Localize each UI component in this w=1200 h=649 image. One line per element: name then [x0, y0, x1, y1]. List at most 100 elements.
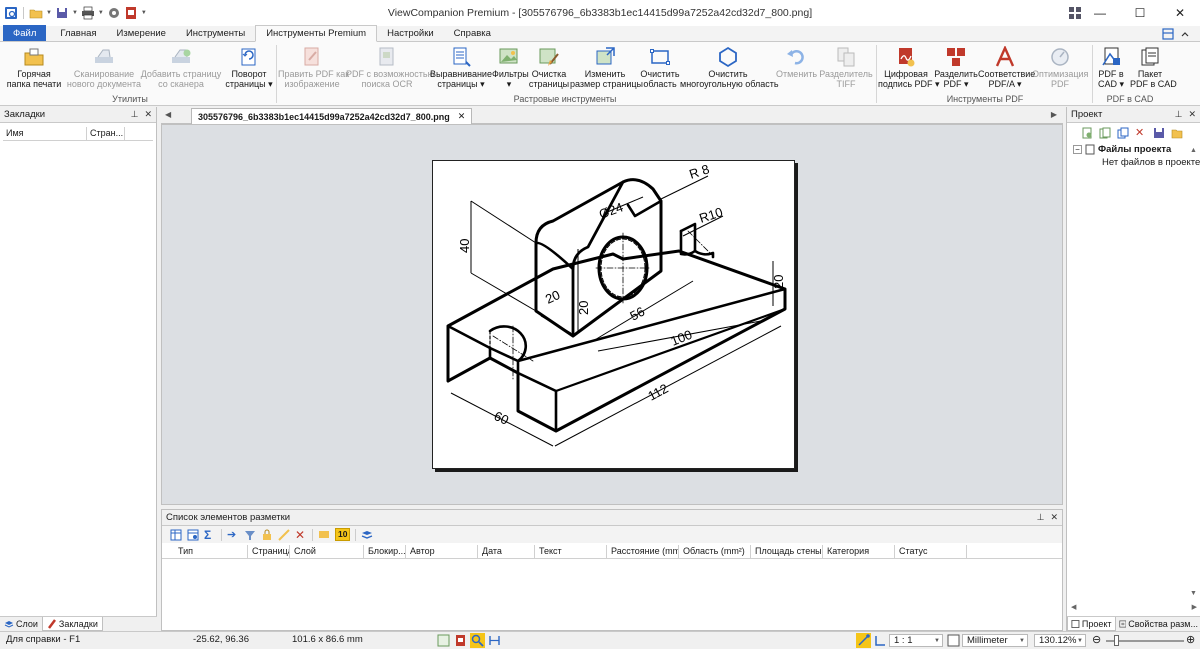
close-icon[interactable]: ✕ — [1050, 512, 1058, 523]
collapse-icon[interactable]: − — [1073, 145, 1082, 154]
close-tab-icon[interactable]: ✕ — [458, 111, 466, 122]
tree-root-item[interactable]: − Файлы проекта — [1073, 143, 1200, 156]
column-header-wall-area[interactable]: Площадь стены... — [751, 545, 823, 558]
zoom-slider-thumb[interactable] — [1114, 635, 1119, 646]
tab-file[interactable]: Файл — [3, 25, 47, 41]
add-file-icon[interactable] — [1081, 127, 1093, 139]
deskew-page-button[interactable]: Выравнивание страницы ▾ — [430, 46, 492, 89]
pdf-to-cad-button[interactable]: PDF в CAD ▾ — [1094, 46, 1128, 89]
vertical-scrollbar[interactable]: ▲ ▼ — [1190, 147, 1198, 597]
print-icon[interactable] — [81, 6, 95, 20]
column-header-type[interactable]: Тип — [162, 545, 248, 558]
document-canvas[interactable]: R 8 Ø24 R10 40 20 20 56 100 20 112 60 — [161, 124, 1063, 505]
minimize-button[interactable]: — — [1080, 0, 1120, 26]
zoom-select[interactable]: 130.12% ▼ — [1034, 634, 1086, 647]
scroll-right-icon[interactable]: ▶ — [1192, 603, 1197, 611]
scan-new-document-button[interactable]: Сканирование нового документа — [64, 46, 144, 89]
clear-polygon-area-button[interactable]: Очистить многоугольную область — [680, 46, 779, 89]
add-files-icon[interactable] — [1099, 127, 1111, 139]
delete-icon[interactable]: ✕ — [295, 529, 307, 541]
close-button[interactable]: ✕ — [1160, 0, 1200, 26]
scale-select[interactable]: 1 : 1 ▼ — [889, 634, 943, 647]
zoom-out-button[interactable]: ⊖ — [1092, 633, 1101, 646]
tab-markup-properties[interactable]: Свойства разм... — [1116, 617, 1200, 631]
column-header-author[interactable]: Автор — [406, 545, 478, 558]
column-header-locked[interactable]: Блокир... — [364, 545, 406, 558]
save-project-icon[interactable] — [1153, 127, 1165, 139]
zoom-active-icon[interactable] — [470, 633, 485, 648]
horizontal-scrollbar[interactable]: ◀ ▶ — [1071, 603, 1197, 611]
copy-icon[interactable] — [1117, 127, 1129, 139]
drawing-page[interactable]: R 8 Ø24 R10 40 20 20 56 100 20 112 60 — [432, 160, 795, 469]
close-icon[interactable]: ✕ — [144, 109, 152, 120]
open-project-icon[interactable] — [1171, 127, 1183, 139]
lock-icon[interactable] — [261, 529, 273, 541]
arrow-right-icon[interactable]: ➔ — [227, 529, 239, 541]
chevron-down-icon[interactable]: ▼ — [98, 10, 104, 16]
add-page-from-scanner-button[interactable]: Добавить страницу со сканера — [140, 46, 222, 89]
pdfa-compliance-button[interactable]: Соответствие PDF/A ▾ — [978, 46, 1035, 89]
close-icon[interactable]: ✕ — [1188, 109, 1196, 120]
tab-tools[interactable]: Инструменты — [176, 25, 255, 41]
pdf-icon[interactable] — [124, 6, 138, 20]
tab-bookmarks[interactable]: Закладки — [41, 617, 103, 631]
digital-signature-button[interactable]: Цифровая подпись PDF ▾ — [878, 46, 940, 89]
chevron-down-icon[interactable]: ▼ — [46, 10, 52, 16]
open-folder-icon[interactable] — [29, 6, 43, 20]
tab-scroll-right-icon[interactable]: ▶ — [1051, 110, 1057, 119]
maximize-button[interactable]: ☐ — [1120, 0, 1160, 26]
tiff-splitter-button[interactable]: Разделитель TIFF — [818, 46, 874, 89]
column-header-date[interactable]: Дата — [478, 545, 535, 558]
tab-layers[interactable]: Слои — [0, 617, 42, 631]
chevron-down-icon[interactable]: ▼ — [141, 10, 147, 16]
measure-icon[interactable] — [488, 634, 501, 647]
table-edit-icon[interactable] — [187, 529, 199, 541]
filters-button[interactable]: Фильтры ▾ — [492, 46, 529, 89]
units-select[interactable]: Millimeter ▼ — [962, 634, 1028, 647]
tab-project[interactable]: Проект — [1067, 617, 1116, 631]
hot-folder-button[interactable]: Горячая папка печати — [6, 46, 62, 89]
table-view-icon[interactable] — [170, 529, 182, 541]
window-layout-icon[interactable] — [1162, 28, 1174, 40]
tab-settings[interactable]: Настройки — [377, 25, 444, 41]
batch-pdf-to-cad-button[interactable]: Пакет PDF в CAD — [1130, 46, 1177, 89]
hide-icon[interactable] — [278, 528, 290, 541]
filter-icon[interactable] — [244, 529, 256, 541]
rotate-page-button[interactable]: Поворот страницы ▾ — [224, 46, 274, 89]
layers-stack-icon[interactable] — [361, 529, 373, 541]
tab-scroll-left-icon[interactable]: ◀ — [165, 110, 171, 119]
tab-help[interactable]: Справка — [444, 25, 501, 41]
column-header-status[interactable]: Статус — [895, 545, 967, 558]
pdf-layer-icon[interactable] — [454, 634, 467, 647]
remove-icon[interactable]: ✕ — [1135, 127, 1147, 139]
snap-point-icon[interactable] — [856, 633, 871, 648]
chevron-up-icon[interactable] — [1180, 28, 1190, 40]
ocr-searchable-pdf-button[interactable]: PDF с возможностью поиска OCR — [346, 46, 434, 89]
column-header-area[interactable]: Область (mm²) — [679, 545, 751, 558]
optimize-pdf-button[interactable]: Оптимизация PDF — [1032, 46, 1088, 89]
sum-icon[interactable]: Σ — [204, 529, 216, 541]
column-header-page[interactable]: Стран... — [87, 127, 125, 140]
pin-icon[interactable]: ⊥ — [1175, 109, 1183, 120]
ortho-icon[interactable] — [874, 634, 887, 647]
column-header-page[interactable]: Страница — [248, 545, 290, 558]
edit-pdf-as-image-button[interactable]: Править PDF как изображение — [278, 46, 349, 89]
split-pdf-button[interactable]: Разделить PDF ▾ — [934, 46, 978, 89]
undo-button[interactable]: Отменить — [776, 46, 817, 80]
save-icon[interactable] — [55, 6, 69, 20]
chevron-down-icon[interactable]: ▼ — [72, 10, 78, 16]
column-header-name[interactable]: Имя — [3, 127, 87, 140]
column-header-text[interactable]: Текст — [535, 545, 607, 558]
scroll-left-icon[interactable]: ◀ — [1071, 603, 1076, 611]
pin-icon[interactable]: ⊥ — [1037, 512, 1045, 523]
snap-grid-icon[interactable] — [437, 634, 450, 647]
column-header-category[interactable]: Категория — [823, 545, 895, 558]
column-header-distance[interactable]: Расстояние (mm) — [607, 545, 679, 558]
clean-page-button[interactable]: Очистка страницы — [528, 46, 570, 89]
column-header-layer[interactable]: Слой — [290, 545, 364, 558]
zoom-in-button[interactable]: ⊕ — [1186, 633, 1195, 646]
pin-icon[interactable]: ⊥ — [131, 109, 139, 120]
tab-measure[interactable]: Измерение — [107, 25, 176, 41]
settings-gear-icon[interactable] — [107, 6, 121, 20]
comment-icon[interactable] — [318, 529, 330, 541]
